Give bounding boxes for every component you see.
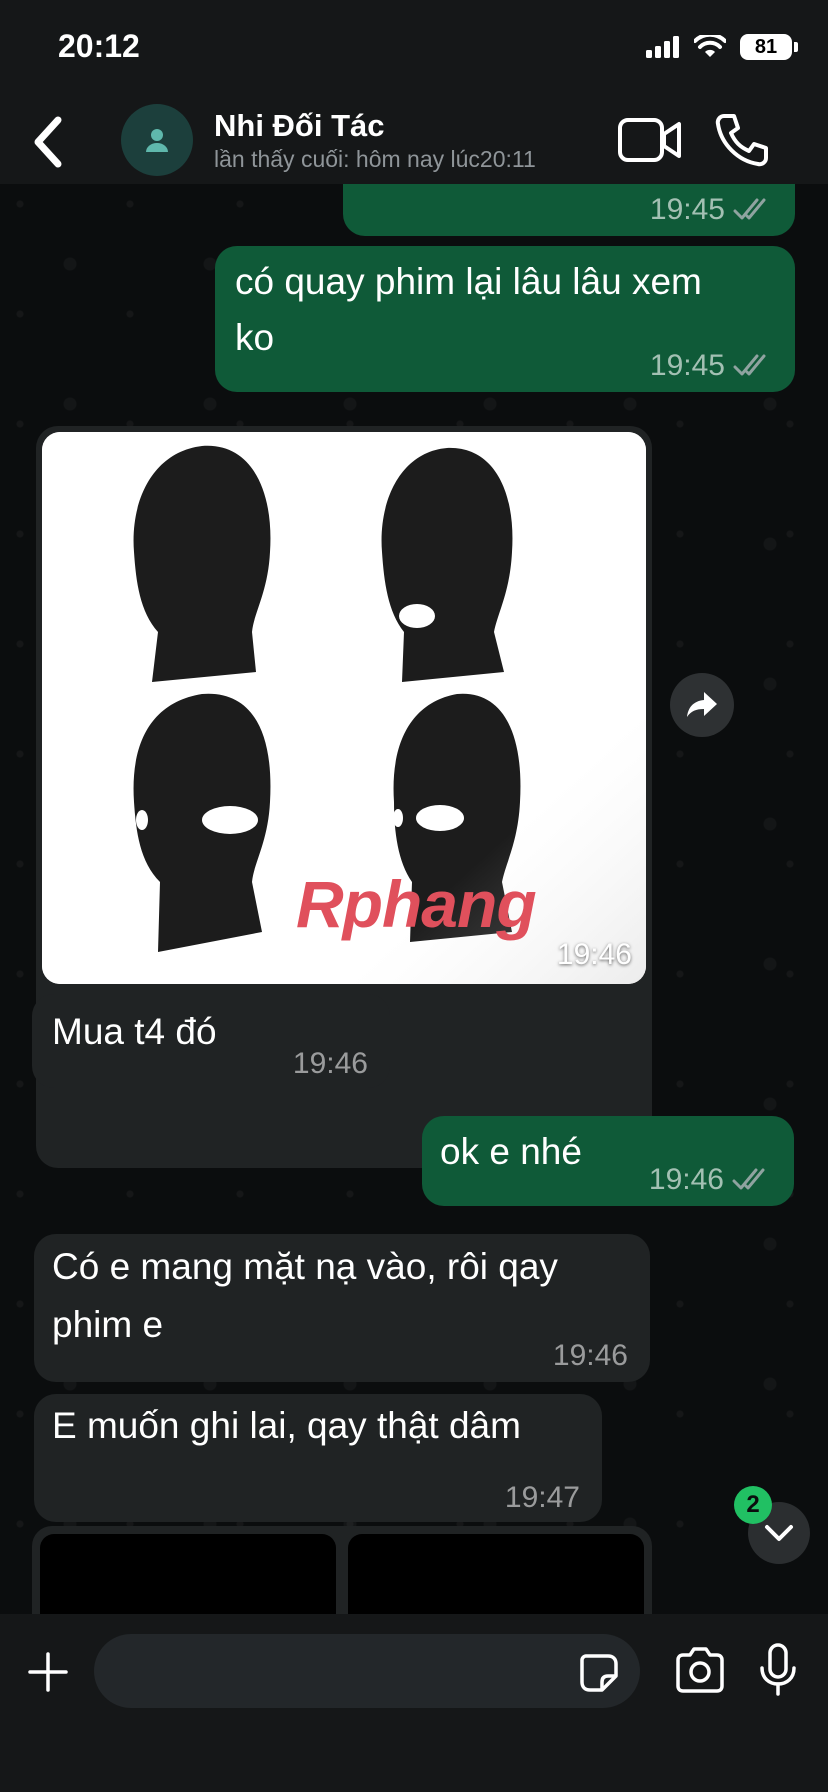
message-meta: 19:46	[293, 1044, 368, 1084]
read-ticks-icon	[733, 198, 766, 220]
status-bar: 20:12 81	[0, 0, 828, 100]
message-input[interactable]	[94, 1634, 640, 1708]
last-seen-status: lần thấy cuối: hôm nay lúc20:11	[214, 146, 536, 172]
chevron-down-icon	[765, 1525, 793, 1541]
message-outgoing[interactable]: ok e nhé 19:46	[422, 1116, 794, 1206]
wifi-icon	[694, 35, 726, 57]
message-outgoing[interactable]: có quay phim lại lâu lâu xem ko 19:45	[215, 246, 795, 392]
sticker-icon[interactable]	[578, 1652, 620, 1694]
message-text: E muốn ghi lai, qay thật dâm	[52, 1405, 521, 1446]
message-meta: 19:45	[650, 346, 775, 386]
message-meta: 19:45	[650, 190, 775, 230]
message-text: Có e mang mặt nạ vào, rôi qay phim e	[52, 1246, 558, 1345]
message-time: 19:45	[649, 193, 725, 226]
message-media-grid[interactable]	[32, 1526, 652, 1614]
message-meta: 19:47	[505, 1478, 580, 1518]
chat-area[interactable]: 19:45 có quay phim lại lâu lâu xem ko 19…	[0, 184, 828, 1614]
microphone-icon[interactable]	[756, 1642, 800, 1698]
image-content[interactable]: Rphang 19:46	[42, 432, 646, 984]
avatar-person-icon	[146, 129, 168, 152]
message-time: 19:47	[504, 1481, 580, 1514]
signal-icon	[646, 36, 679, 58]
read-ticks-icon	[732, 1168, 765, 1190]
camera-icon[interactable]	[674, 1646, 726, 1696]
message-incoming[interactable]: Có e mang mặt nạ vào, rôi qay phim e 19:…	[34, 1234, 650, 1382]
video-call-icon[interactable]	[617, 114, 683, 166]
battery-icon: 81	[740, 34, 798, 60]
message-text: ok e nhé	[440, 1131, 582, 1172]
message-outgoing[interactable]: 19:45	[343, 184, 795, 236]
read-ticks-icon	[733, 354, 766, 376]
forward-icon	[687, 692, 717, 717]
forward-button[interactable]	[670, 673, 734, 737]
message-meta: 19:46	[649, 1160, 774, 1200]
chat-header: Nhi Đối Tác lần thấy cuối: hôm nay lúc20…	[0, 100, 828, 184]
avatar[interactable]	[121, 104, 193, 176]
back-icon[interactable]	[26, 114, 70, 170]
status-icons: 81	[646, 34, 798, 60]
message-incoming[interactable]: Mua t4 đó 19:46	[32, 994, 390, 1088]
message-meta: 19:46	[553, 1336, 628, 1376]
message-time: 19:46	[292, 1047, 368, 1080]
message-time: 19:46	[552, 1339, 628, 1372]
message-text: có quay phim lại lâu lâu xem ko	[235, 261, 702, 358]
phone-call-icon[interactable]	[712, 110, 772, 170]
message-time: 19:46	[556, 938, 632, 971]
message-time: 19:45	[649, 349, 725, 382]
message-text: Mua t4 đó	[52, 1011, 217, 1052]
message-incoming[interactable]: E muốn ghi lai, qay thật dâm 19:47	[34, 1394, 602, 1522]
status-time: 20:12	[58, 28, 140, 64]
contact-name[interactable]: Nhi Đối Tác	[214, 108, 385, 144]
image-watermark: Rphang	[296, 867, 537, 941]
unread-count-badge: 2	[734, 1486, 772, 1524]
media-thumbnail[interactable]	[348, 1534, 644, 1614]
media-thumbnail[interactable]	[40, 1534, 336, 1614]
plus-icon[interactable]	[26, 1650, 70, 1694]
message-time: 19:46	[648, 1163, 724, 1196]
composer-bar	[0, 1614, 828, 1792]
